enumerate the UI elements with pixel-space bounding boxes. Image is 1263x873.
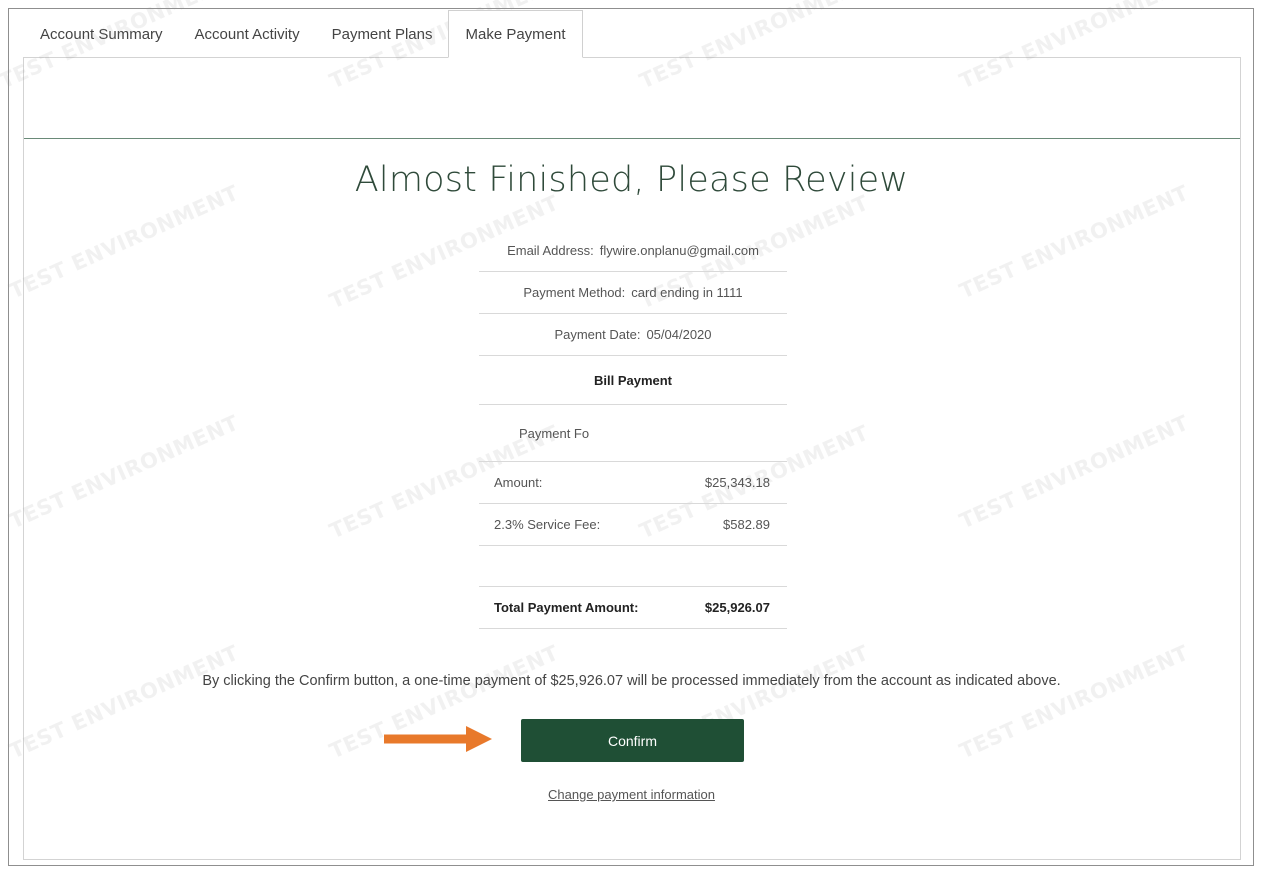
payment-for-row: Payment Fo xyxy=(479,405,787,462)
payment-date-value: 05/04/2020 xyxy=(646,327,712,342)
amount-row: Amount: $25,343.18 xyxy=(479,462,787,504)
confirmation-notice: By clicking the Confirm button, a one-ti… xyxy=(202,673,1061,689)
email-row: Email Address: flywire.onplanu@gmail.com xyxy=(479,230,787,272)
page-title: Almost Finished, Please Review xyxy=(354,160,909,200)
panel-divider xyxy=(24,138,1240,139)
total-row: Total Payment Amount: $25,926.07 xyxy=(479,587,787,629)
payment-for-label: Payment Fo xyxy=(519,425,590,441)
total-label: Total Payment Amount: xyxy=(494,600,639,615)
confirm-button[interactable]: Confirm xyxy=(521,719,744,762)
payment-method-value: card ending in 1111 xyxy=(631,285,743,300)
payment-date-row: Payment Date: 05/04/2020 xyxy=(479,314,787,356)
amount-value: $25,343.18 xyxy=(704,475,770,490)
payment-method-label: Payment Method: xyxy=(523,285,626,300)
tab-payment-plans[interactable]: Payment Plans xyxy=(316,10,449,58)
tab-account-summary[interactable]: Account Summary xyxy=(24,10,179,58)
payment-review-table: Email Address: flywire.onplanu@gmail.com… xyxy=(479,230,787,629)
arrow-right-icon xyxy=(384,726,492,752)
payment-date-label: Payment Date: xyxy=(554,327,641,342)
service-fee-row: 2.3% Service Fee: $582.89 xyxy=(479,504,787,546)
service-fee-value: $582.89 xyxy=(723,517,770,532)
email-label: Email Address: xyxy=(507,243,594,258)
email-value: flywire.onplanu@gmail.com xyxy=(599,243,759,258)
change-payment-link[interactable]: Change payment information xyxy=(548,787,715,802)
tab-make-payment[interactable]: Make Payment xyxy=(448,10,583,58)
total-value: $25,926.07 xyxy=(704,600,770,615)
bill-payment-header: Bill Payment xyxy=(479,356,787,405)
payment-method-row: Payment Method: card ending in 1111 xyxy=(479,272,787,314)
service-fee-label: 2.3% Service Fee: xyxy=(494,517,601,532)
amount-label: Amount: xyxy=(494,475,543,490)
change-payment-area: Change payment information xyxy=(0,787,1263,802)
account-tabs: Account Summary Account Activity Payment… xyxy=(24,10,583,58)
spacer-row xyxy=(479,546,787,587)
bill-payment-heading: Bill Payment xyxy=(593,372,673,388)
tab-account-activity[interactable]: Account Activity xyxy=(179,10,316,58)
